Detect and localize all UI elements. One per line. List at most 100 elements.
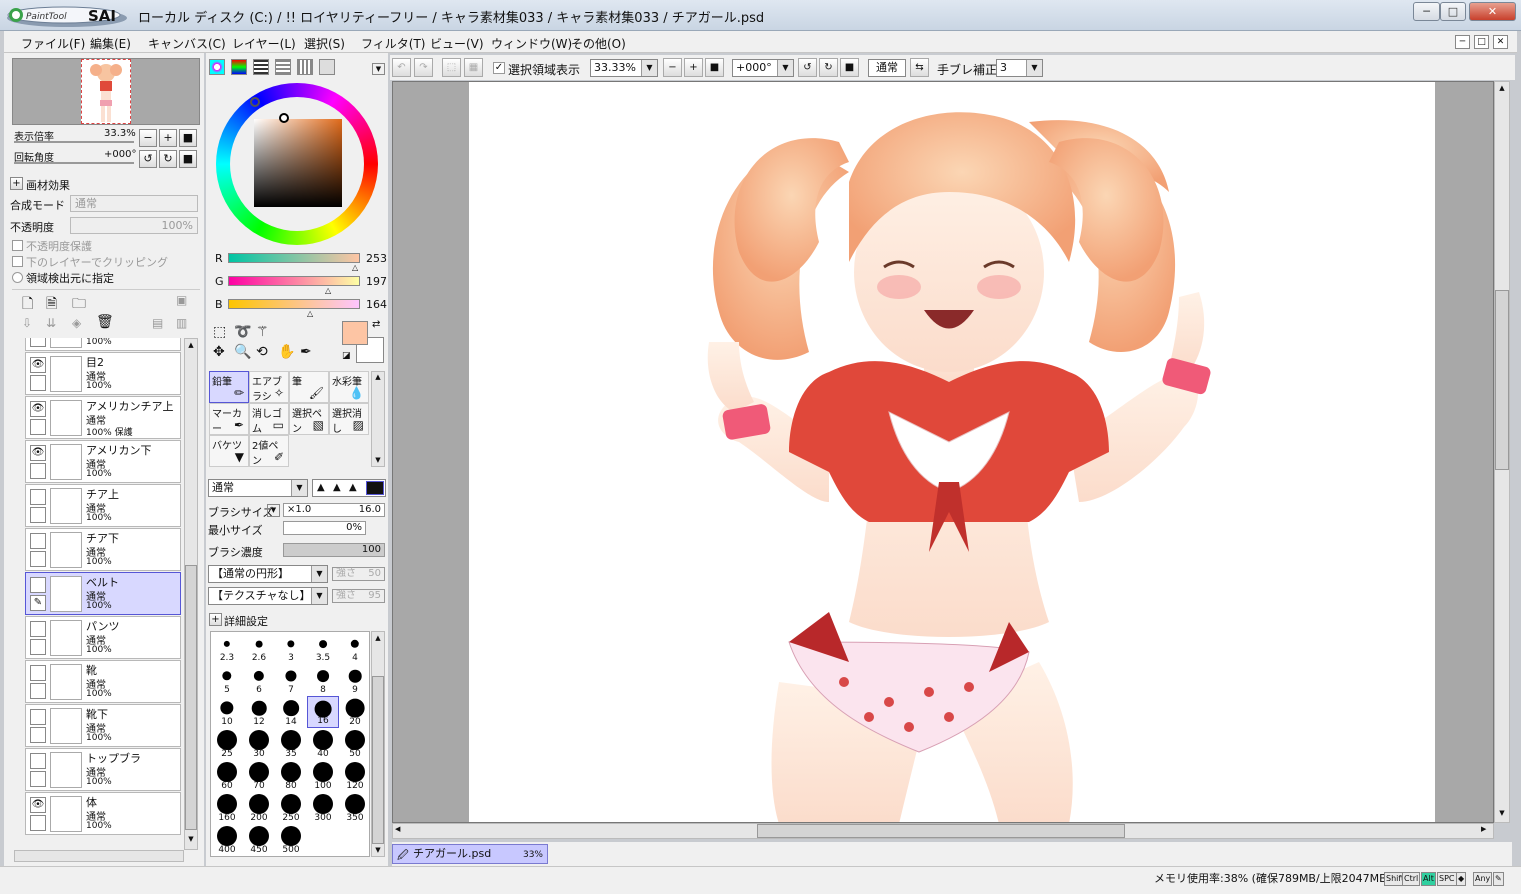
- layer-row[interactable]: ✎ ベルト 通常 100%: [25, 572, 181, 615]
- toolbar-rotate-right-button[interactable]: ↻: [819, 58, 838, 77]
- redo-button[interactable]: ↷: [414, 58, 433, 77]
- hue-cursor-icon[interactable]: [250, 97, 260, 107]
- brush-size-preset[interactable]: 5: [211, 664, 243, 696]
- zoom-reset-button[interactable]: ■: [179, 129, 197, 147]
- brush-size-preset[interactable]: 40: [307, 728, 339, 760]
- layer-row[interactable]: チア下 通常 100%: [25, 528, 181, 571]
- new-linework-icon[interactable]: 🗎: [46, 293, 57, 317]
- brush-size-preset[interactable]: 25: [211, 728, 243, 760]
- layer-lock-icon[interactable]: [30, 463, 46, 479]
- brush-mode-select[interactable]: 通常 ▼: [208, 479, 308, 497]
- eyedropper-icon[interactable]: ✒: [300, 344, 312, 360]
- toolbar-rotate-left-button[interactable]: ↺: [798, 58, 817, 77]
- visibility-eye-icon[interactable]: 👁: [30, 445, 46, 461]
- brush-size-preset[interactable]: 10: [211, 696, 243, 728]
- brush-size-preset[interactable]: 120: [339, 760, 371, 792]
- edge-medium-icon[interactable]: ▲: [333, 482, 341, 493]
- layer-row[interactable]: 👁 アメリカンチア上 通常 100% 保護: [25, 396, 181, 439]
- doc-restore-icon[interactable]: □: [1474, 35, 1489, 49]
- tool-button[interactable]: 2値ペン ✐: [249, 435, 289, 467]
- panel-menu-icon[interactable]: ▼: [372, 63, 385, 75]
- layer-option-icon[interactable]: ▣: [176, 293, 187, 307]
- menu-file[interactable]: ファイル(F): [21, 35, 85, 52]
- shape-strength-field[interactable]: 強さ 50: [332, 567, 385, 581]
- rotation-select[interactable]: +000° ▼: [732, 59, 794, 77]
- brush-scroll-down-icon[interactable]: ▼: [373, 846, 383, 854]
- layer-lock-icon[interactable]: [30, 375, 46, 391]
- brush-size-preset[interactable]: 16: [307, 696, 339, 728]
- brush-size-preset[interactable]: 30: [243, 728, 275, 760]
- canvas-vscroll-thumb[interactable]: [1495, 290, 1509, 470]
- chevron-down-icon[interactable]: ▼: [311, 588, 327, 604]
- swap-colors-icon[interactable]: ⇄: [372, 319, 380, 330]
- scroll-down-icon[interactable]: ▼: [186, 835, 196, 845]
- brush-size-preset[interactable]: 50: [339, 728, 371, 760]
- blend-mode-select[interactable]: 通常: [70, 195, 198, 212]
- opacity-field[interactable]: 100%: [70, 217, 198, 234]
- move-icon[interactable]: ✥: [213, 344, 225, 360]
- menu-select[interactable]: 選択(S): [304, 35, 345, 52]
- tool-button[interactable]: エアブラシ ✧: [249, 371, 289, 403]
- canvas-scroll-left-icon[interactable]: ◀: [395, 825, 400, 833]
- rotate-slider[interactable]: [14, 162, 134, 164]
- transparent-color-icon[interactable]: ◪: [342, 351, 351, 361]
- rotate-reset-button[interactable]: ■: [179, 150, 197, 168]
- brush-size-preset[interactable]: 2.6: [243, 632, 275, 664]
- brush-size-preset[interactable]: 20: [339, 696, 371, 728]
- brush-size-preset[interactable]: 6: [243, 664, 275, 696]
- layer-row[interactable]: 👁 体通常 100%: [25, 792, 181, 835]
- chevron-down-icon[interactable]: ▼: [1026, 60, 1042, 76]
- edge-hard-icon[interactable]: ▲: [349, 482, 357, 493]
- scratchpad-mode-icon[interactable]: [319, 59, 335, 75]
- brush-size-preset[interactable]: 3: [275, 632, 307, 664]
- canvas-scroll-down-icon[interactable]: ▼: [1497, 809, 1507, 817]
- layer-list-hscroll[interactable]: [14, 850, 184, 862]
- canvas-viewport[interactable]: [392, 81, 1494, 823]
- stabilizer-select[interactable]: 3 ▼: [996, 59, 1043, 77]
- close-button[interactable]: ✕: [1469, 2, 1516, 21]
- maximize-button[interactable]: □: [1440, 2, 1466, 21]
- merge-down-icon[interactable]: ⇊: [46, 316, 56, 330]
- visibility-eye-icon[interactable]: [30, 753, 46, 769]
- layer-scroll-thumb[interactable]: [185, 565, 197, 830]
- marquee-select-icon[interactable]: ⬚: [213, 324, 226, 340]
- toolbar-zoom-out-button[interactable]: −: [663, 58, 682, 77]
- min-size-field[interactable]: 0%: [283, 521, 366, 535]
- menu-window[interactable]: ウィンドウ(W): [491, 35, 572, 52]
- toolbar-zoom-reset-button[interactable]: ■: [705, 58, 724, 77]
- brush-size-preset[interactable]: 2.3: [211, 632, 243, 664]
- undo-button[interactable]: ↶: [392, 58, 411, 77]
- transfer-down-icon[interactable]: ⇩: [22, 316, 32, 330]
- canvas-hscrollbar[interactable]: ◀ ▶: [392, 823, 1494, 839]
- chevron-down-icon[interactable]: ▼: [777, 60, 793, 76]
- brush-size-preset[interactable]: 14: [275, 696, 307, 728]
- tool-button[interactable]: 筆 🖌: [289, 371, 329, 403]
- layer-lock-icon[interactable]: [30, 507, 46, 523]
- brush-size-preset[interactable]: 12: [243, 696, 275, 728]
- sv-cursor-icon[interactable]: [279, 113, 289, 123]
- selection-source-radio[interactable]: [12, 272, 23, 283]
- mixer-mode-icon[interactable]: [275, 59, 291, 75]
- b-slider[interactable]: [228, 299, 360, 309]
- visibility-eye-icon[interactable]: [30, 577, 46, 593]
- clip-lower-checkbox[interactable]: [12, 256, 23, 267]
- canvas-scroll-right-icon[interactable]: ▶: [1481, 825, 1486, 833]
- preserve-opacity-checkbox[interactable]: [12, 240, 23, 251]
- edge-sharp-icon[interactable]: [366, 481, 384, 495]
- layer-list-scrollbar[interactable]: ▲ ▼: [184, 338, 198, 850]
- tool-button[interactable]: 鉛筆 ✏: [209, 371, 249, 403]
- scroll-up-icon[interactable]: ▲: [186, 341, 196, 351]
- zoom-slider[interactable]: [14, 141, 134, 143]
- brush-size-preset[interactable]: 70: [243, 760, 275, 792]
- brush-size-preset[interactable]: 450: [243, 824, 275, 856]
- magic-wand-icon[interactable]: ⚚: [256, 324, 269, 340]
- tool-grid-scrollbar[interactable]: ▲ ▼: [371, 371, 385, 467]
- brush-size-field[interactable]: ×1.0 16.0: [283, 503, 385, 517]
- canvas[interactable]: [469, 82, 1435, 822]
- navigator-preview[interactable]: [12, 58, 200, 125]
- tool-button[interactable]: 水彩筆 💧: [329, 371, 369, 403]
- brush-grid-scrollbar[interactable]: ▲ ▼: [371, 631, 385, 857]
- hsv-slider-mode-icon[interactable]: [253, 59, 269, 75]
- new-folder-icon[interactable]: 🗀: [72, 293, 86, 317]
- toolbar-rotate-reset-button[interactable]: ■: [840, 58, 859, 77]
